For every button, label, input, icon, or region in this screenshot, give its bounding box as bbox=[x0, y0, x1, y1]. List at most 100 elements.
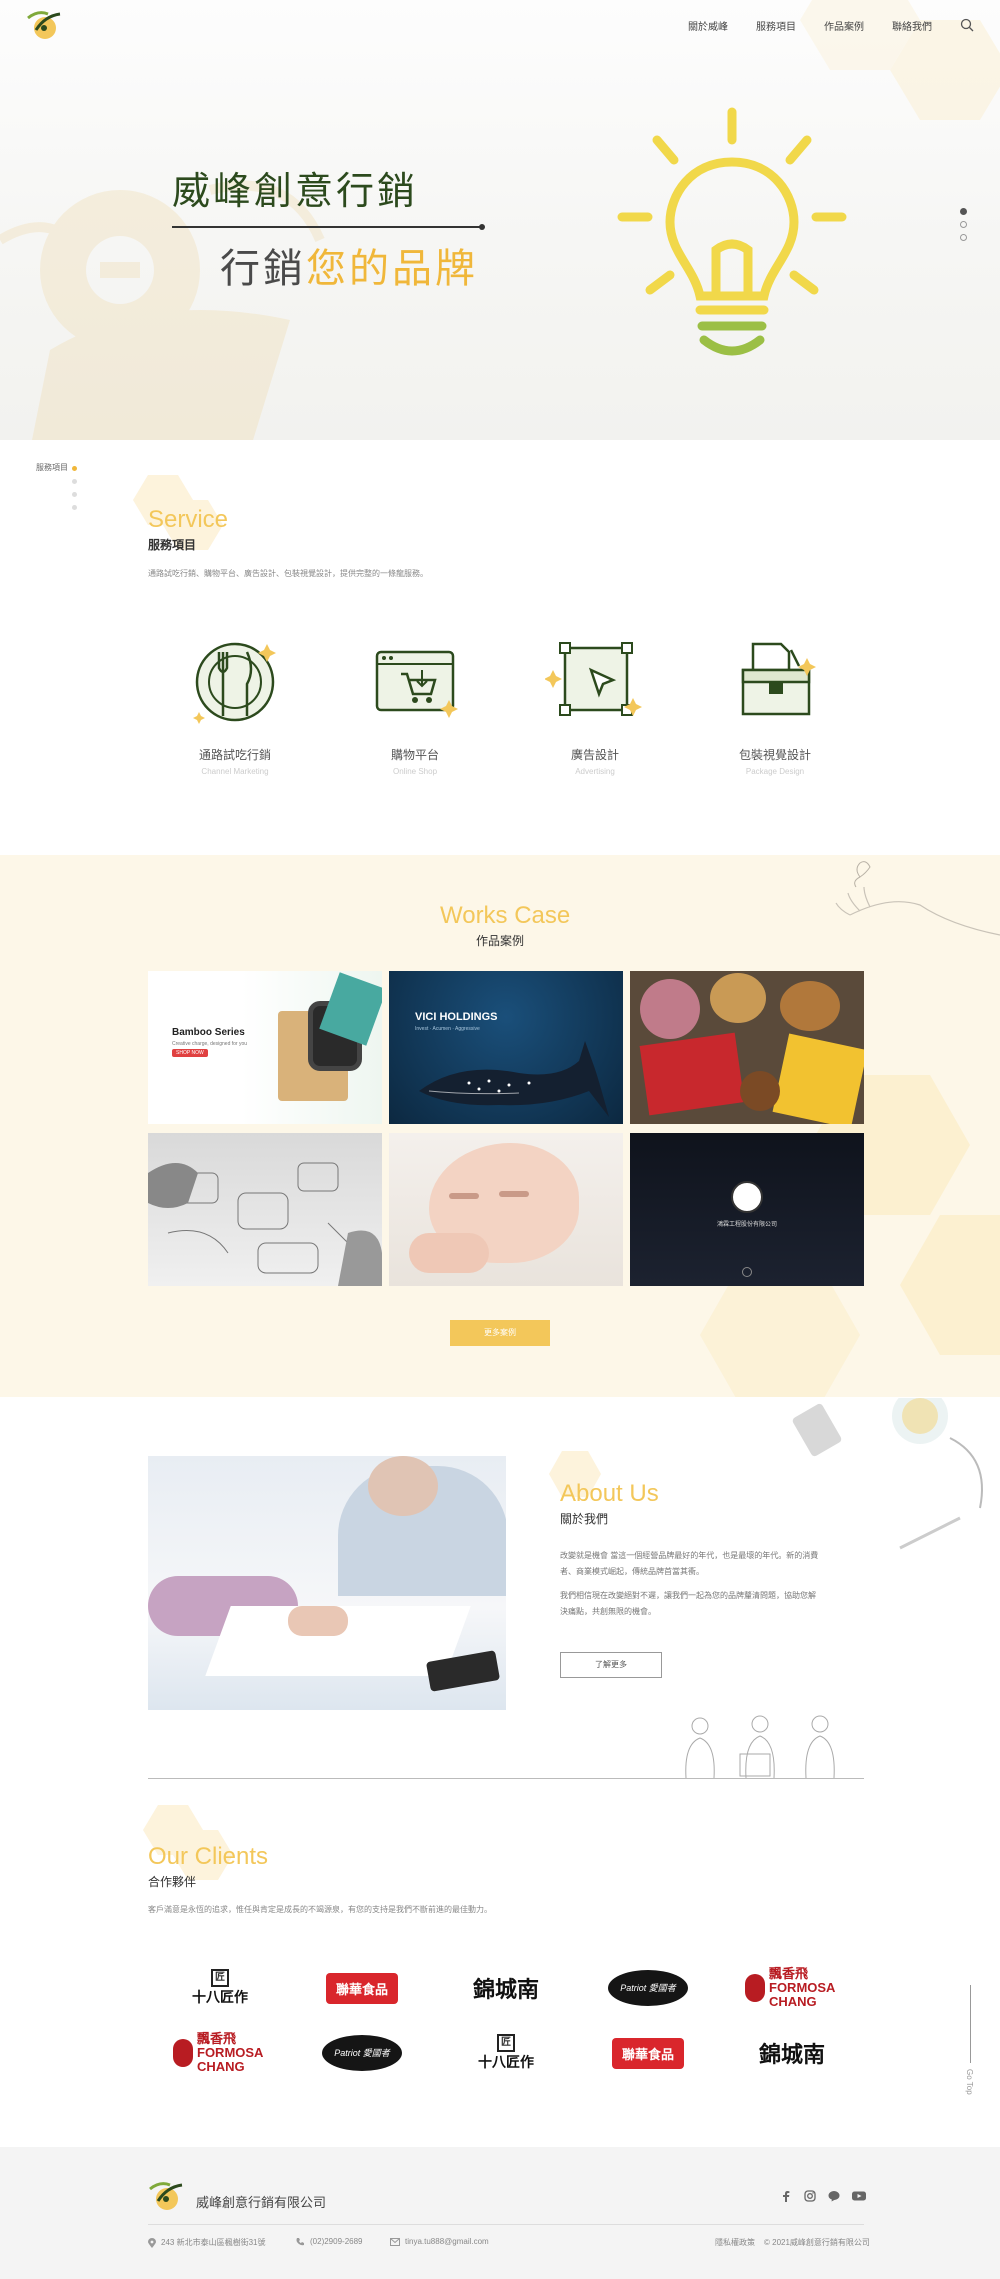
slider-dots bbox=[960, 208, 967, 241]
client-name: 聯華食品 bbox=[611, 2037, 684, 2069]
lightbulb-icon bbox=[617, 107, 847, 356]
work-case-card[interactable] bbox=[148, 1133, 382, 1286]
package-box-icon bbox=[741, 642, 816, 716]
client-logo[interactable]: 聯華食品 bbox=[593, 2031, 703, 2075]
client-logo[interactable]: Patriot 愛國者 bbox=[593, 1966, 703, 2010]
client-name: 飄香飛 FORMOSA CHANG bbox=[197, 2031, 263, 2074]
footer-email-text: tinya.tu888@gmail.com bbox=[405, 2237, 489, 2246]
side-index-dot[interactable] bbox=[72, 466, 77, 471]
about-paragraph: 我們相信現在改變絕對不遲，讓我們一起為您的品牌釐清問題，協助您解決痛點，共創無限… bbox=[560, 1591, 816, 1616]
hero-banner: 威峰創意行銷 行銷您的品牌 bbox=[0, 0, 1000, 440]
side-index-label: 服務項目 bbox=[36, 463, 68, 472]
client-logo[interactable]: 飄香飛 FORMOSA CHANG bbox=[737, 1966, 847, 2010]
work-case-card[interactable] bbox=[389, 1133, 623, 1286]
side-index-dots bbox=[72, 466, 77, 510]
service-item[interactable]: 包裝視覺設計 Package Design bbox=[710, 630, 840, 776]
client-logo[interactable]: 聯華食品 bbox=[307, 1966, 417, 2010]
side-index-dot[interactable] bbox=[72, 479, 77, 484]
nav-item-contact[interactable]: 聯絡我們 bbox=[892, 18, 932, 33]
online-cart-icon bbox=[375, 650, 458, 718]
about-paragraph: 改變就是機會 當這一個經營品牌最好的年代，也是最壞的年代。新的消費者、商業模式崛… bbox=[560, 1551, 819, 1576]
nav-item-services[interactable]: 服務項目 bbox=[756, 18, 796, 33]
site-header: 關於威峰 服務項目 作品案例 聯絡我們 bbox=[0, 0, 1000, 50]
footer-company-name: 威峰創意行銷有限公司 bbox=[196, 2195, 327, 2210]
side-index-dot[interactable] bbox=[72, 505, 77, 510]
whale-illustration bbox=[419, 1041, 609, 1117]
hand-butterfly-sketch bbox=[835, 861, 1000, 936]
shop-now-button[interactable]: SHOP NOW bbox=[172, 1049, 208, 1057]
instagram-icon[interactable] bbox=[804, 2190, 816, 2202]
work-case-card[interactable]: 鴻霖工程股份有限公司 bbox=[630, 1133, 864, 1286]
service-item[interactable]: 購物平台 Online Shop bbox=[350, 630, 480, 776]
slider-dot[interactable] bbox=[960, 234, 967, 241]
service-item-title: 通路試吃行銷 bbox=[198, 748, 271, 762]
line-icon[interactable] bbox=[828, 2190, 840, 2202]
learn-more-button[interactable]: 了解更多 bbox=[560, 1652, 662, 1678]
sketch-drawings bbox=[148, 1162, 382, 1286]
about-title-zh: 關於我們 bbox=[560, 1512, 609, 1526]
footer-divider bbox=[148, 2224, 864, 2225]
side-index-dot[interactable] bbox=[72, 492, 77, 497]
work-case-title: Bamboo Series bbox=[172, 1027, 245, 1038]
client-name: 十八匠作 bbox=[478, 2055, 534, 2071]
logo-icon[interactable] bbox=[26, 8, 66, 42]
more-cases-button[interactable]: 更多案例 bbox=[450, 1320, 550, 1346]
client-logo[interactable]: 匠 十八匠作 bbox=[451, 2031, 561, 2075]
clients-title-zh: 合作夥伴 bbox=[148, 1875, 197, 1889]
work-case-title: 鴻霖工程股份有限公司 bbox=[716, 1222, 777, 1228]
client-name: 飄香飛 FORMOSA CHANG bbox=[769, 1966, 835, 2009]
social-links bbox=[780, 2190, 866, 2202]
nav-item-about[interactable]: 關於威峰 bbox=[688, 18, 728, 33]
client-logo[interactable]: Patriot 愛國者 bbox=[307, 2031, 417, 2075]
page: 威峰創意行銷 行銷您的品牌 關於威峰 服務項目 作品案例 聯絡我們 服務項目 S… bbox=[0, 0, 1000, 2279]
about-title-en: About Us bbox=[560, 1480, 659, 1507]
client-logo[interactable]: 錦城南 bbox=[737, 2031, 847, 2075]
service-item-subtitle: Online Shop bbox=[392, 767, 438, 776]
footer-phone[interactable]: (02)2909-2689 bbox=[296, 2237, 362, 2246]
footer-address-text: 243 新北市泰山區楓樹街31號 bbox=[161, 2238, 266, 2247]
client-logo[interactable]: 匠 十八匠作 bbox=[165, 1966, 275, 2010]
site-footer bbox=[0, 2147, 1000, 2279]
footer-email[interactable]: tinya.tu888@gmail.com bbox=[390, 2237, 489, 2246]
client-name: 十八匠作 bbox=[192, 1990, 248, 2006]
service-desc: 通路試吃行銷、購物平台、廣告設計、包裝視覺設計，提供完整的一條龍服務。 bbox=[148, 569, 428, 578]
slider-dot[interactable] bbox=[960, 208, 967, 215]
footer-copyright: © 2021威峰創意行銷有限公司 bbox=[764, 2237, 870, 2248]
hero-subtitle: 行銷您的品牌 bbox=[220, 236, 478, 294]
client-logo[interactable]: 飄香飛 FORMOSA CHANG bbox=[165, 2031, 275, 2075]
about-photo bbox=[148, 1456, 506, 1710]
slider-dot[interactable] bbox=[960, 221, 967, 228]
service-item-subtitle: Package Design bbox=[745, 767, 805, 776]
hero-title: 威峰創意行銷 bbox=[172, 169, 419, 213]
work-case-card[interactable]: VICI HOLDINGS Invest · Acumen · Aggressi… bbox=[389, 971, 623, 1124]
work-case-card[interactable] bbox=[630, 971, 864, 1124]
search-icon[interactable] bbox=[960, 18, 974, 32]
footer-copyright-text: © 2021威峰創意行銷有限公司 bbox=[764, 2238, 870, 2247]
service-item-subtitle: Channel Marketing bbox=[201, 767, 269, 776]
hero-subtitle-plain: 行銷 bbox=[220, 246, 306, 292]
location-pin-icon bbox=[148, 2237, 156, 2248]
clients-desc: 客戶滿意是永恆的追求，惟任與肯定是成長的不竭源泉，有您的支持是我們不斷前進的最佳… bbox=[148, 1905, 492, 1914]
hero-divider bbox=[172, 224, 485, 230]
service-item[interactable]: 廣告設計 Advertising bbox=[530, 630, 660, 776]
people-at-desk-sketch bbox=[685, 1715, 835, 1779]
privacy-policy-label: 隱私權政策 bbox=[715, 2238, 755, 2247]
service-item[interactable]: 通路試吃行銷 Channel Marketing bbox=[170, 630, 300, 776]
client-logo[interactable]: 錦城南 bbox=[451, 1966, 561, 2010]
service-item-subtitle: Advertising bbox=[575, 767, 615, 776]
facebook-icon[interactable] bbox=[780, 2190, 792, 2202]
youtube-icon[interactable] bbox=[852, 2190, 866, 2202]
footer-logo-icon[interactable] bbox=[148, 2179, 188, 2213]
works-title-zh: 作品案例 bbox=[476, 934, 525, 948]
privacy-policy-link[interactable]: 隱私權政策 bbox=[715, 2237, 755, 2248]
go-top-button[interactable]: Go Top bbox=[965, 1985, 977, 2097]
work-case-card[interactable]: Bamboo Series Creative charge, designed … bbox=[148, 971, 382, 1124]
plate-cutlery-icon bbox=[193, 642, 276, 724]
service-item-title: 包裝視覺設計 bbox=[738, 748, 811, 762]
main-nav: 關於威峰 服務項目 作品案例 聯絡我們 bbox=[688, 0, 974, 50]
phone-icon bbox=[296, 2238, 304, 2246]
section-divider bbox=[148, 1778, 864, 1779]
nav-item-works[interactable]: 作品案例 bbox=[824, 18, 864, 33]
client-name: 聯華食品 bbox=[325, 1972, 398, 2004]
footer-phone-text: (02)2909-2689 bbox=[310, 2237, 363, 2246]
